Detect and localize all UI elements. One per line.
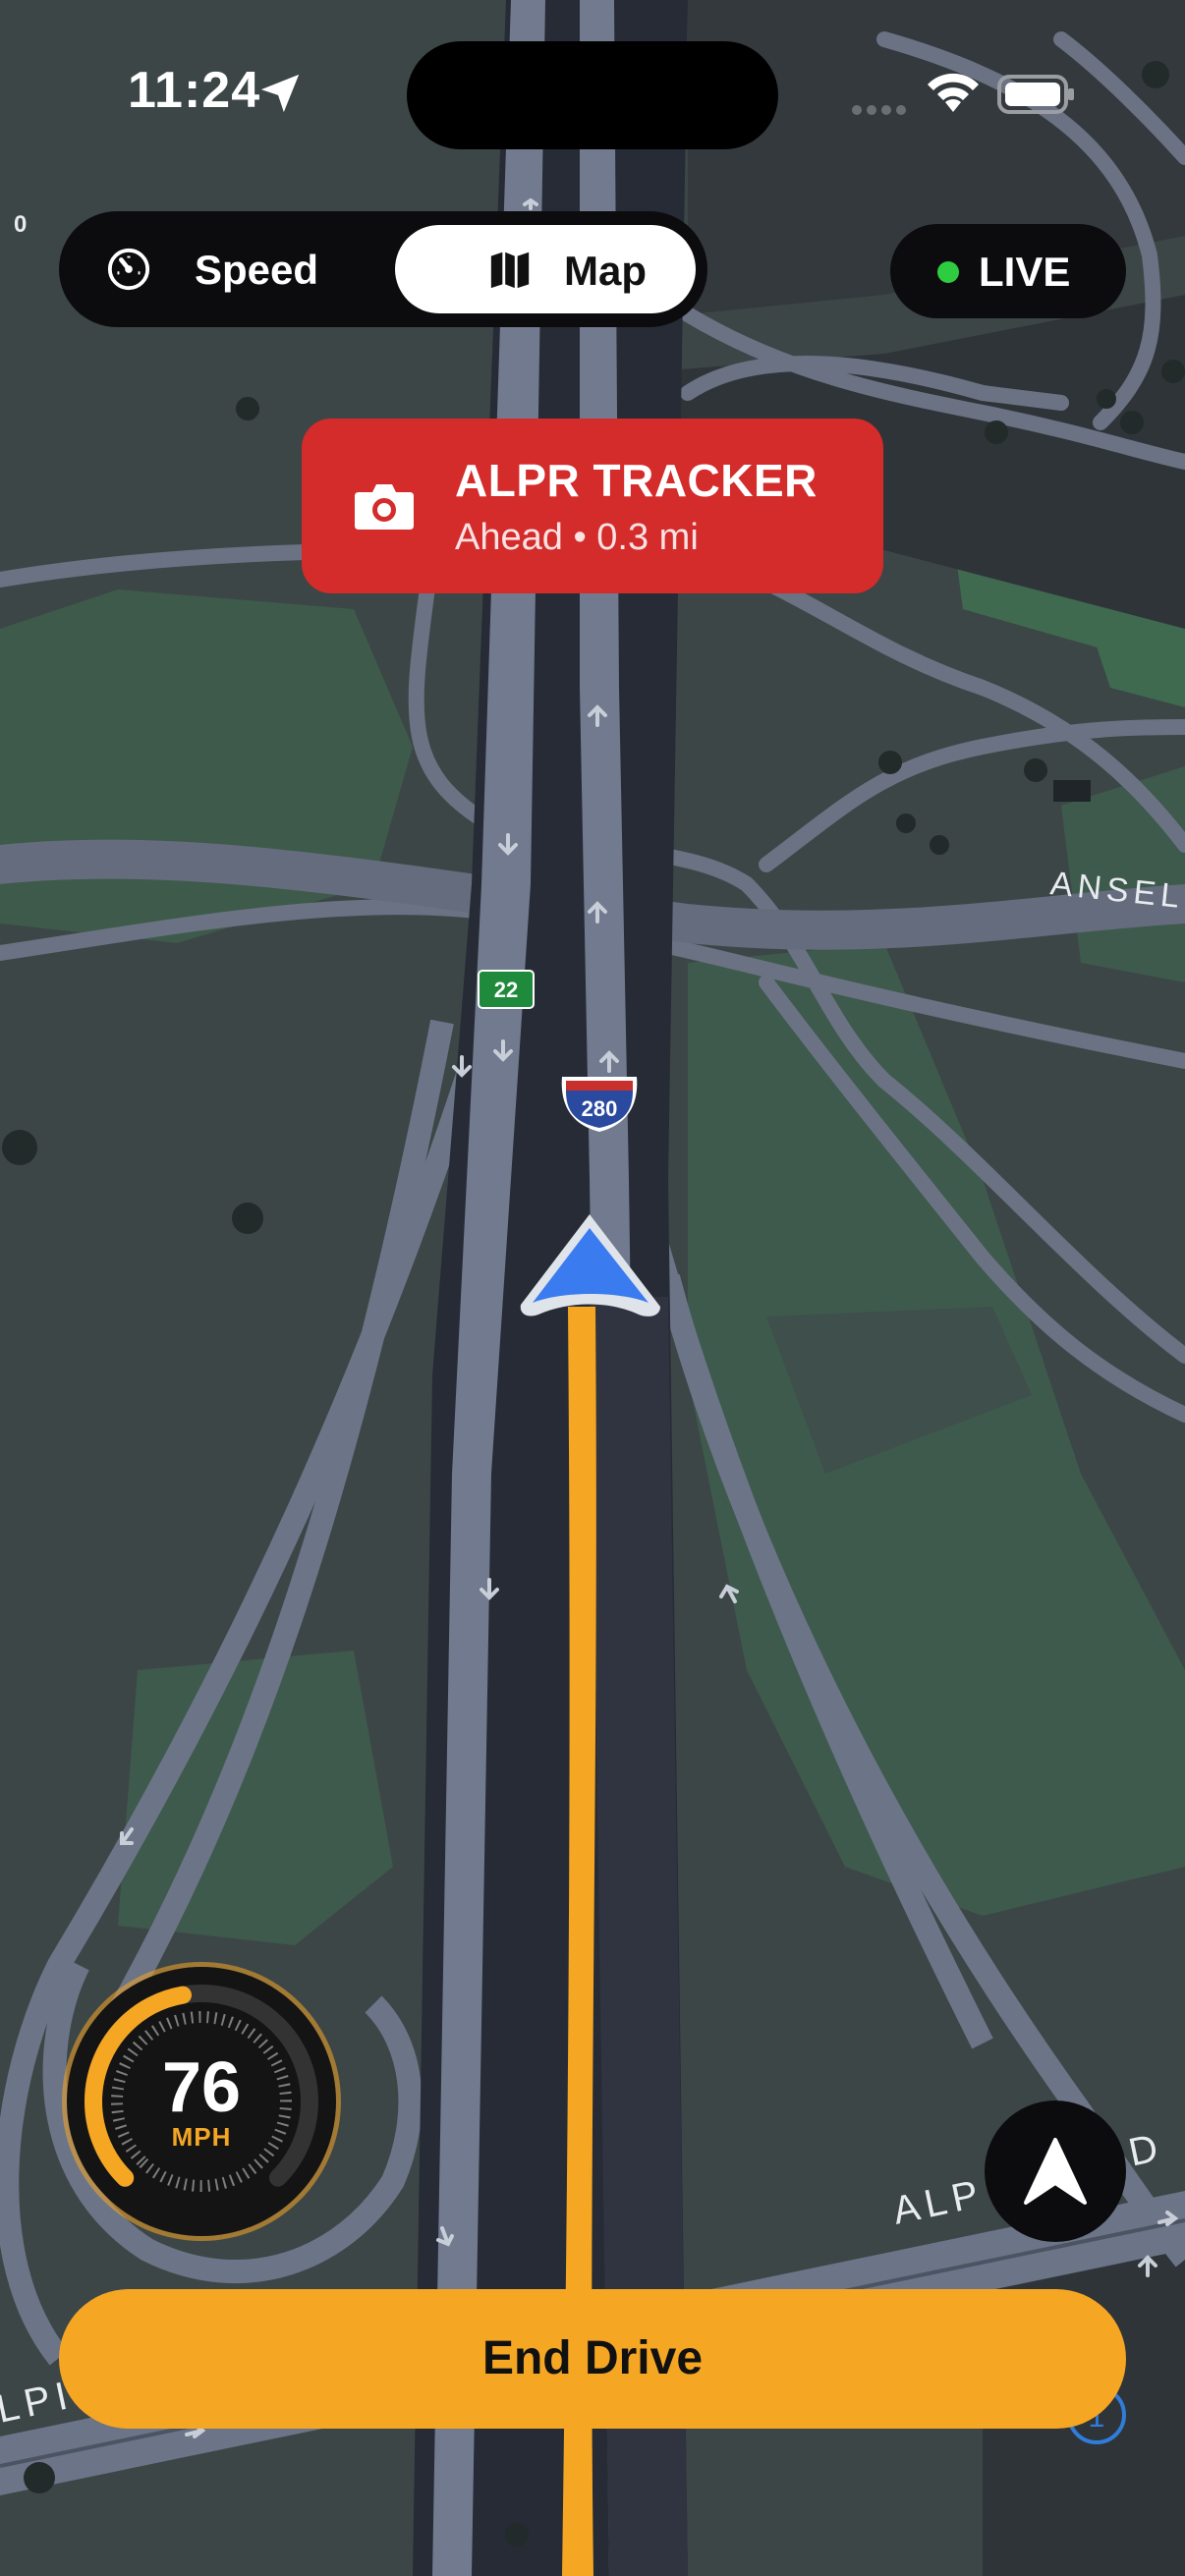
route-shield-number: 280 [582, 1096, 618, 1121]
map-mode-button[interactable]: Map [395, 225, 696, 313]
mode-toggle: Speed Map [59, 211, 707, 327]
live-indicator-dot [937, 261, 959, 283]
cellular-dots-icon [852, 105, 906, 115]
exit-22-sign: 22 [478, 970, 535, 1009]
alert-subtitle: Ahead • 0.3 mi [455, 517, 699, 558]
live-label: LIVE [979, 249, 1071, 295]
speed-unit: MPH [171, 2122, 232, 2152]
exit-number: 22 [494, 978, 518, 1002]
speed-mode-label: Speed [195, 247, 319, 293]
end-drive-button[interactable]: End Drive [59, 2289, 1126, 2429]
navigation-arrow-icon [1024, 2138, 1087, 2205]
dynamic-island [407, 41, 778, 149]
alert-title: ALPR TRACKER [455, 455, 818, 506]
location-arrow-icon [260, 74, 300, 113]
speed-mode-button[interactable]: Speed [67, 219, 440, 319]
status-time: 11:24 [128, 62, 261, 119]
alpr-alert-card[interactable]: ALPR TRACKER Ahead • 0.3 mi [302, 419, 883, 593]
speed-value: 76 [161, 2048, 242, 2127]
camera-icon [355, 484, 414, 530]
map-mode-label: Map [564, 248, 647, 294]
live-badge[interactable]: LIVE [890, 224, 1126, 318]
map-edge-label: 0 [14, 211, 27, 238]
map-icon [490, 252, 530, 289]
battery-icon [997, 75, 1074, 114]
gauge-icon [107, 248, 150, 291]
wifi-icon [928, 73, 979, 112]
recenter-button[interactable] [985, 2100, 1126, 2242]
building [1053, 780, 1091, 802]
